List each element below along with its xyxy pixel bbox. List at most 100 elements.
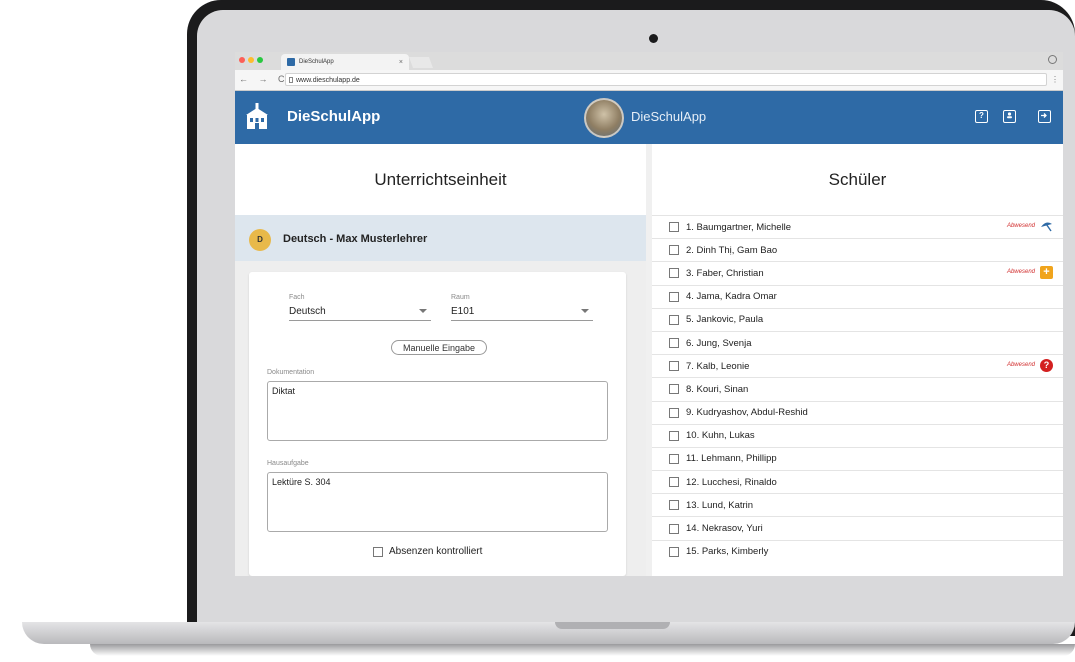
tab-title: DieSchulApp xyxy=(299,59,334,65)
student-checkbox[interactable] xyxy=(669,268,679,279)
student-checkbox[interactable] xyxy=(669,245,679,256)
student-checkbox[interactable] xyxy=(669,338,679,349)
lesson-panel-title: Unterrichtseinheit xyxy=(374,170,507,189)
student-name: 12. Lucchesi, Rinaldo xyxy=(686,476,777,488)
doku-textarea[interactable]: Diktat xyxy=(267,381,608,441)
list-item[interactable]: 14. Nekrasov, Yuri xyxy=(652,516,1063,539)
list-item[interactable]: 6. Jung, Svenja xyxy=(652,330,1063,354)
haus-textarea[interactable]: Lektüre S. 304 xyxy=(267,472,608,532)
browser-menu-icon[interactable]: ⋮ xyxy=(1051,75,1059,84)
student-checkbox[interactable] xyxy=(669,361,679,372)
lesson-selector[interactable]: D Deutsch - Max Musterlehrer xyxy=(235,215,646,261)
student-name: 1. Baumgartner, Michelle xyxy=(686,221,792,233)
student-checkbox[interactable] xyxy=(669,500,679,511)
list-item[interactable]: 9. Kudryashov, Abdul-Reshid xyxy=(652,400,1063,424)
list-item[interactable]: 1. Baumgartner, Michelle Abwesend xyxy=(652,215,1063,238)
list-item[interactable]: 10. Kuhn, Lukas xyxy=(652,423,1063,447)
profile-icon[interactable] xyxy=(1048,55,1057,64)
student-name: 15. Parks, Kimberly xyxy=(686,546,769,558)
help-icon[interactable]: ? xyxy=(975,110,988,123)
address-bar: ← → C www.dieschulapp.de ⋮ xyxy=(235,70,1063,91)
absenzen-checkbox[interactable] xyxy=(373,546,383,557)
list-item[interactable]: 4. Jama, Kadra Omar xyxy=(652,284,1063,308)
lesson-panel-header: Unterrichtseinheit xyxy=(235,144,646,215)
absent-label: Abwesend xyxy=(1006,223,1035,229)
list-item[interactable]: 8. Kouri, Sinan xyxy=(652,377,1063,400)
student-checkbox[interactable] xyxy=(669,477,679,488)
student-checkbox[interactable] xyxy=(669,291,679,302)
student-checkbox[interactable] xyxy=(669,453,679,464)
raum-label: Raum xyxy=(451,294,470,301)
school-logo-icon xyxy=(246,103,268,129)
laptop-notch xyxy=(555,622,670,629)
browser-tab[interactable]: DieSchulApp × xyxy=(281,54,409,70)
student-name: 3. Faber, Christian xyxy=(686,267,764,279)
student-list: 1. Baumgartner, Michelle Abwesend 2. Din… xyxy=(652,215,1063,563)
lesson-form-card: Fach Deutsch Raum E101 Manuelle Eingabe … xyxy=(249,272,626,576)
school-avatar xyxy=(584,98,624,138)
umbrella-icon[interactable] xyxy=(1040,220,1053,233)
student-name: 6. Jung, Svenja xyxy=(686,337,752,349)
student-checkbox[interactable] xyxy=(669,407,679,418)
absent-label: Abwesend xyxy=(1006,362,1035,369)
tab-bar: DieSchulApp × xyxy=(235,52,1063,70)
chevron-down-icon xyxy=(419,309,427,313)
laptop-shadow xyxy=(90,644,1075,656)
student-checkbox[interactable] xyxy=(669,222,679,233)
new-tab-button[interactable] xyxy=(408,57,434,68)
url-input[interactable]: www.dieschulapp.de xyxy=(285,73,1047,86)
question-icon[interactable]: ? xyxy=(1040,359,1053,373)
absent-label: Abwesend xyxy=(1006,269,1035,276)
student-checkbox[interactable] xyxy=(669,384,679,395)
student-name: 2. Dinh Thị, Gam Bao xyxy=(686,244,778,256)
raum-select[interactable]: E101 xyxy=(451,306,593,321)
subject-badge: D xyxy=(249,229,271,251)
students-panel: Schüler 1. Baumgartner, Michelle Abwesen… xyxy=(652,144,1063,576)
list-item[interactable]: 11. Lehmann, Phillipp xyxy=(652,446,1063,470)
medical-plus-icon[interactable]: + xyxy=(1040,266,1053,280)
url-text: www.dieschulapp.de xyxy=(296,77,360,84)
page-icon xyxy=(289,77,293,83)
center-title: DieSchulApp xyxy=(631,109,707,124)
camera-dot xyxy=(649,34,658,43)
favicon-icon xyxy=(287,58,295,66)
student-checkbox[interactable] xyxy=(669,314,679,325)
close-window-dot[interactable] xyxy=(239,57,245,63)
app-name[interactable]: DieSchulApp xyxy=(287,108,380,125)
nav-buttons[interactable]: ← → C xyxy=(239,74,289,84)
browser-screen: DieSchulApp × ← → C www.dieschulapp.de ⋮… xyxy=(235,52,1063,576)
student-checkbox[interactable] xyxy=(669,430,679,441)
list-item[interactable]: 2. Dinh Thị, Gam Bao xyxy=(652,238,1063,261)
fach-label: Fach xyxy=(289,294,305,301)
student-name: 8. Kouri, Sinan xyxy=(686,383,749,395)
list-item[interactable]: 5. Jankovic, Paula xyxy=(652,307,1063,331)
chevron-down-icon xyxy=(581,309,589,313)
student-name: 5. Jankovic, Paula xyxy=(686,314,764,326)
student-name: 7. Kalb, Leonie xyxy=(686,360,750,372)
list-item[interactable]: 12. Lucchesi, Rinaldo xyxy=(652,470,1063,493)
app-header: DieSchulApp DieSchulApp ? xyxy=(235,91,1063,144)
window-controls xyxy=(239,57,263,63)
absenzen-checkbox-row[interactable]: Absenzen kontrolliert xyxy=(373,546,482,557)
student-name: 13. Lund, Katrin xyxy=(686,499,754,511)
list-item[interactable]: 15. Parks, Kimberly xyxy=(652,539,1063,563)
lesson-panel: Unterrichtseinheit D Deutsch - Max Muste… xyxy=(235,144,646,576)
tab-close-icon[interactable]: × xyxy=(399,59,403,66)
raum-value: E101 xyxy=(451,306,475,317)
maximize-window-dot[interactable] xyxy=(257,57,263,63)
minimize-window-dot[interactable] xyxy=(248,57,254,63)
manual-entry-button[interactable]: Manuelle Eingabe xyxy=(391,340,487,355)
fach-select[interactable]: Deutsch xyxy=(289,306,431,321)
list-item[interactable]: 13. Lund, Katrin xyxy=(652,493,1063,516)
logout-icon[interactable] xyxy=(1038,110,1051,123)
student-name: 10. Kuhn, Lukas xyxy=(686,430,755,442)
student-checkbox[interactable] xyxy=(669,523,679,534)
student-name: 14. Nekrasov, Yuri xyxy=(686,523,763,535)
student-name: 9. Kudryashov, Abdul-Reshid xyxy=(686,407,808,419)
student-name: 4. Jama, Kadra Omar xyxy=(686,291,777,303)
list-item[interactable]: 7. Kalb, Leonie Abwesend ? xyxy=(652,354,1063,377)
student-name: 11. Lehmann, Phillipp xyxy=(686,453,777,465)
student-checkbox[interactable] xyxy=(669,546,679,557)
list-item[interactable]: 3. Faber, Christian Abwesend + xyxy=(652,261,1063,284)
account-icon[interactable] xyxy=(1003,110,1016,123)
